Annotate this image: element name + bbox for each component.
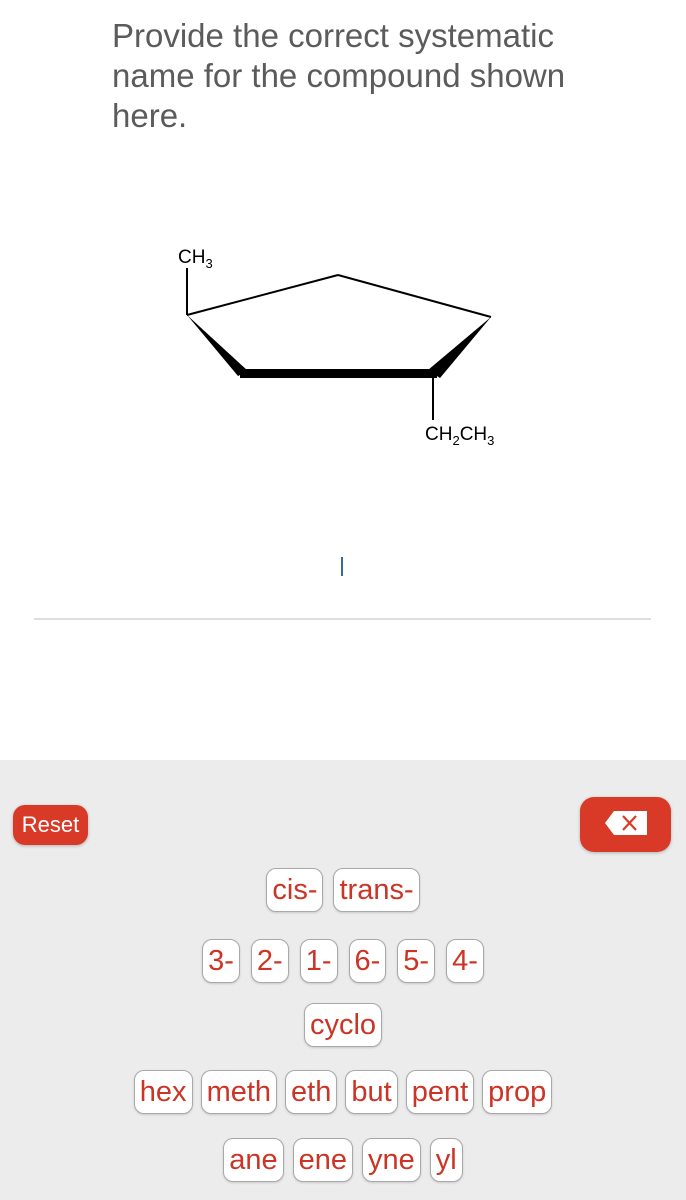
key-meth[interactable]: meth [200, 1070, 278, 1114]
ring-wedge-bottom [240, 369, 437, 378]
ring-bond-top-left [186, 274, 339, 316]
key-ene[interactable]: ene [292, 1138, 354, 1182]
keypad-row-roots: hex meth eth but pent prop [0, 1070, 686, 1114]
ethyl-label: CH2CH3 [425, 424, 494, 448]
key-cis[interactable]: cis- [266, 868, 324, 912]
key-trans[interactable]: trans- [333, 868, 420, 912]
key-prop[interactable]: prop [482, 1070, 553, 1114]
key-cyclo[interactable]: cyclo [303, 1003, 383, 1047]
key-pent[interactable]: pent [405, 1070, 475, 1114]
text-caret [341, 557, 343, 576]
key-hex[interactable]: hex [133, 1070, 193, 1114]
reset-button[interactable]: Reset [13, 805, 88, 845]
ring-bond-top-right [337, 274, 492, 318]
backspace-icon [604, 810, 648, 839]
key-eth[interactable]: eth [285, 1070, 338, 1114]
ring-wedge-right [428, 317, 491, 378]
question-prompt: Provide the correct systematic name for … [112, 17, 566, 134]
keypad-row-stereo: cis- trans- [0, 868, 686, 912]
keypad-row-suffixes: ane ene yne yl [0, 1138, 686, 1182]
ring-wedge-left [187, 315, 248, 376]
key-yl[interactable]: yl [429, 1138, 463, 1182]
answer-underline [34, 618, 651, 620]
keypad-row-locants: 3- 2- 1- 6- 5- 4- [0, 939, 686, 983]
backspace-button[interactable] [580, 797, 671, 852]
key-locant-4[interactable]: 4- [446, 939, 484, 983]
key-locant-5[interactable]: 5- [397, 939, 436, 983]
methyl-label: CH3 [178, 247, 213, 271]
key-locant-6[interactable]: 6- [348, 939, 387, 983]
chemical-structure: CH3 CH2CH3 [160, 230, 540, 460]
key-but[interactable]: but [345, 1070, 398, 1114]
key-locant-1[interactable]: 1- [299, 939, 338, 983]
key-yne[interactable]: yne [362, 1138, 421, 1182]
key-ane[interactable]: ane [223, 1138, 284, 1182]
key-locant-2[interactable]: 2- [250, 939, 289, 983]
key-locant-3[interactable]: 3- [202, 939, 240, 983]
keypad-row-cyclo: cyclo [0, 1003, 686, 1047]
